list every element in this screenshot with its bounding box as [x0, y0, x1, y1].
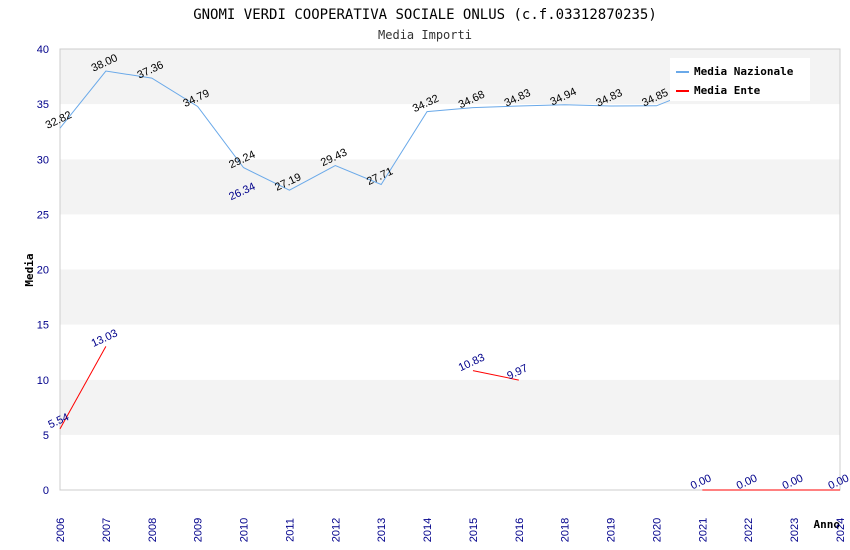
grid-band — [60, 104, 840, 160]
y-axis-ticks: 0 5 10 15 20 25 30 35 40 — [37, 44, 49, 497]
chart-title: GNOMI VERDI COOPERATIVA SOCIALE ONLUS (c… — [193, 7, 657, 23]
y-tick-label: 25 — [37, 209, 49, 221]
x-tick-label: 2013 — [376, 518, 388, 542]
chart-subtitle: Media Importi — [378, 28, 472, 42]
x-tick-label: 2019 — [606, 518, 618, 542]
y-tick-label: 35 — [37, 99, 49, 111]
x-tick-label: 2008 — [147, 518, 159, 542]
x-axis-ticks: 2006 2007 2008 2009 2010 2011 2012 2013 2014 2015… — [55, 518, 847, 542]
x-tick-label: 2012 — [330, 518, 342, 542]
x-tick-label: 2006 — [55, 518, 67, 542]
y-tick-label: 20 — [37, 265, 49, 277]
x-tick-label: 2011 — [284, 518, 296, 542]
grid-band — [60, 379, 840, 435]
x-tick-label: 2014 — [422, 518, 434, 542]
grid-band — [60, 434, 840, 490]
grid-band — [60, 269, 840, 325]
grid-band — [60, 159, 840, 215]
y-tick-label: 40 — [37, 44, 49, 56]
x-tick-label: 2007 — [101, 518, 113, 542]
x-tick-label: 2023 — [789, 518, 801, 542]
legend-label-ente: Media Ente — [694, 84, 761, 97]
x-tick-label: 2024 — [835, 518, 847, 542]
grid-band — [60, 214, 840, 270]
chart: GNOMI VERDI COOPERATIVA SOCIALE ONLUS (c… — [23, 7, 850, 542]
y-tick-label: 10 — [37, 375, 49, 387]
x-tick-label: 2021 — [697, 518, 709, 542]
x-tick-label: 2016 — [514, 518, 526, 542]
grid-band — [60, 324, 840, 380]
x-tick-label: 2015 — [468, 518, 480, 542]
x-tick-label: 2018 — [560, 518, 572, 542]
x-tick-label: 2022 — [743, 518, 755, 542]
x-tick-label: 2009 — [193, 518, 205, 542]
y-tick-label: 0 — [43, 485, 49, 497]
y-tick-label: 5 — [43, 430, 49, 442]
y-tick-label: 15 — [37, 320, 49, 332]
grid-bands — [60, 49, 840, 490]
y-axis-label: Media — [23, 253, 36, 286]
y-tick-label: 30 — [37, 154, 49, 166]
x-tick-label: 2020 — [651, 518, 663, 542]
x-tick-label: 2010 — [239, 518, 251, 542]
legend: Media Nazionale Media Ente — [670, 58, 810, 101]
legend-label-nazionale: Media Nazionale — [694, 65, 794, 78]
